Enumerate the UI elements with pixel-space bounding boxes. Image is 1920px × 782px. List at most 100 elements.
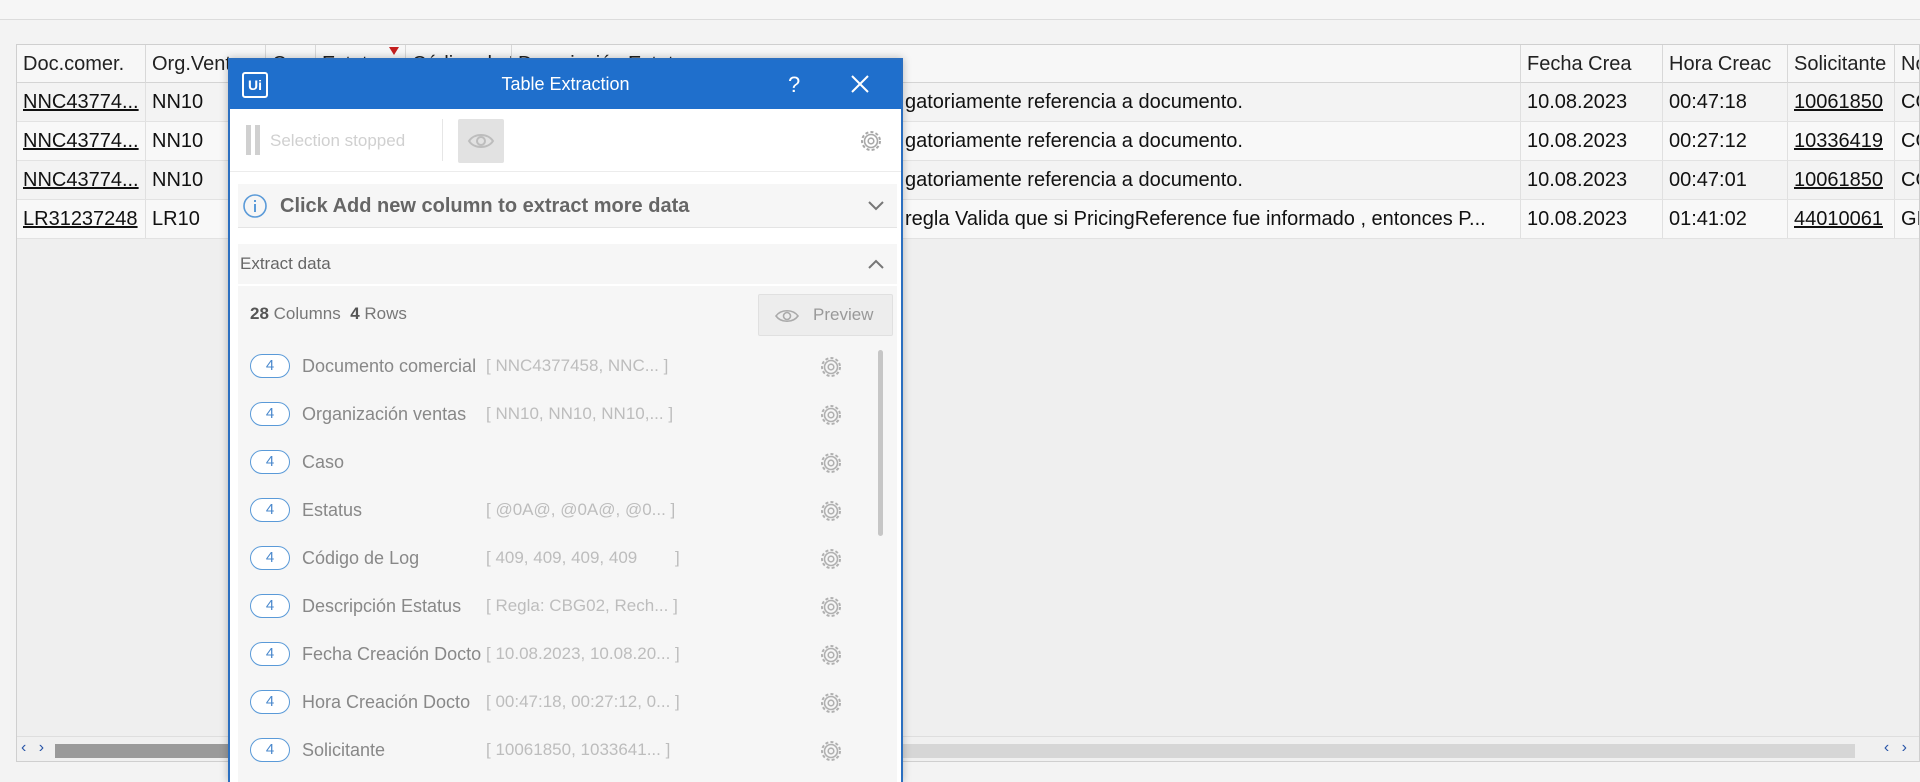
col-header-solicitante[interactable]: Solicitante (1788, 45, 1895, 83)
cell-fecha: 10.08.2023 (1521, 83, 1663, 121)
column-count-badge: 4 (250, 354, 290, 378)
list-item[interactable]: 4 Documento comercial [ NNC4377458, NNC.… (238, 342, 858, 390)
column-count-badge: 4 (250, 498, 290, 522)
selection-status: Selection stopped (270, 131, 406, 150)
column-values: [ 00:47:18, 00:27:12, 0... ] (486, 692, 680, 711)
dialog-title-bar[interactable]: Ui Table Extraction ? (230, 60, 901, 109)
cell-descripcion: gatoriamente referencia a documento. (899, 83, 1521, 121)
col-header-hora[interactable]: Hora Creac (1663, 45, 1788, 83)
column-name: Estatus (302, 500, 363, 520)
scroll-thumb[interactable] (878, 350, 883, 536)
chevron-up-icon[interactable] (866, 254, 886, 274)
preview-label: Preview (813, 305, 874, 324)
columns-count: 28 (250, 304, 269, 323)
cell-fecha: 10.08.2023 (1521, 161, 1663, 199)
col-header-fecha[interactable]: Fecha Crea (1521, 45, 1663, 83)
gear-icon[interactable] (818, 498, 844, 524)
extracted-columns-list[interactable]: 4 Documento comercial [ NNC4377458, NNC.… (238, 342, 897, 782)
gear-icon[interactable] (818, 594, 844, 620)
gear-icon[interactable] (818, 738, 844, 764)
list-item[interactable]: 4 Descripción Estatus [ Regla: CBG02, Re… (238, 582, 858, 630)
gear-icon[interactable] (818, 450, 844, 476)
column-count-badge: 4 (250, 402, 290, 426)
list-item[interactable]: 4 Solicitante [ 10061850, 1033641... ] (238, 726, 858, 774)
cell-hora: 00:47:01 (1663, 161, 1788, 199)
gear-icon[interactable] (818, 546, 844, 572)
cell-extra: CO (1895, 83, 1919, 121)
rows-label: Rows (364, 304, 407, 323)
column-name: Solicitante (302, 740, 386, 760)
cell-extra: GI (1895, 200, 1919, 238)
cell-solicitante-link[interactable]: 10061850 (1788, 83, 1895, 121)
column-name: Caso (302, 452, 345, 472)
cell-doc-link[interactable]: NNC43774... (17, 83, 146, 121)
extract-counts: 28 Columns 4 Rows (250, 286, 407, 342)
preview-button[interactable]: Preview (758, 294, 893, 336)
extract-data-section-header[interactable]: Extract data (238, 244, 897, 284)
column-name: Descripción Estatus (302, 596, 462, 616)
column-name: Organización ventas (302, 404, 467, 424)
scroll-thumb[interactable] (55, 744, 245, 758)
column-values: [ 10.08.2023, 10.08.20... ] (486, 644, 680, 663)
column-name: Documento comercial (302, 356, 477, 376)
cell-descripcion: regla Valida que si PricingReference fue… (899, 200, 1521, 238)
cell-doc-link[interactable]: NNC43774... (17, 122, 146, 160)
column-count-badge: 4 (250, 642, 290, 666)
gear-icon[interactable] (818, 690, 844, 716)
eye-icon (775, 309, 799, 323)
dialog-title: Table Extraction (501, 74, 630, 94)
column-count-badge: 4 (250, 690, 290, 714)
chevron-down-icon[interactable] (866, 196, 886, 216)
table-extraction-dialog: Ui Table Extraction ? Selection stopped (228, 58, 903, 782)
list-item[interactable]: 4 Estatus [ @0A@, @0A@, @0... ] (238, 486, 858, 534)
col-header-doc-comer[interactable]: Doc.comer. (17, 45, 146, 83)
list-item[interactable]: 4 Fecha Creación Docto [ 10.08.2023, 10.… (238, 630, 858, 678)
info-banner[interactable]: Click Add new column to extract more dat… (238, 184, 897, 228)
list-item[interactable]: 4 Hora Creación Docto [ 00:47:18, 00:27:… (238, 678, 858, 726)
column-count-badge: 4 (250, 546, 290, 570)
settings-gear-icon[interactable] (858, 128, 884, 154)
column-name: Fecha Creación Docto (302, 644, 482, 664)
cell-fecha: 10.08.2023 (1521, 200, 1663, 238)
info-message: Click Add new column to extract more dat… (280, 195, 690, 217)
column-values: [ 10061850, 1033641... ] (486, 740, 671, 759)
gear-icon[interactable] (818, 642, 844, 668)
cell-extra: CO (1895, 122, 1919, 160)
gear-icon[interactable] (818, 354, 844, 380)
scroll-right-arrows[interactable]: ‹ › (1884, 739, 1911, 757)
list-item[interactable]: 4 Organización ventas [ NN10, NN10, NN10… (238, 390, 858, 438)
highlight-toggle-button[interactable] (458, 119, 504, 163)
col-header-extra[interactable]: No (1895, 45, 1919, 83)
list-item[interactable]: 4 Caso (238, 438, 858, 486)
scroll-left-right-arrows[interactable]: ‹ › (21, 739, 48, 757)
cell-hora: 00:47:18 (1663, 83, 1788, 121)
vertical-scrollbar[interactable] (876, 342, 886, 782)
cell-solicitante-link[interactable]: 44010061 (1788, 200, 1895, 238)
column-values: [ NNC4377458, NNC... ] (486, 356, 669, 375)
info-icon (243, 194, 267, 218)
top-toolbar-strip (0, 0, 1920, 20)
column-count-badge: 4 (250, 450, 290, 474)
column-values: [ @0A@, @0A@, @0... ] (486, 500, 676, 519)
cell-doc-link[interactable]: LR31237248 (17, 200, 146, 238)
column-name: Código de Log (302, 548, 420, 568)
list-item[interactable]: 4 Código de Log [ 409, 409, 409, 409 ] (238, 534, 858, 582)
rows-count: 4 (350, 304, 360, 323)
toolbar-divider (442, 119, 443, 161)
pause-icon[interactable] (246, 125, 262, 155)
cell-descripcion: gatoriamente referencia a documento. (899, 161, 1521, 199)
cell-solicitante-link[interactable]: 10336419 (1788, 122, 1895, 160)
cell-extra: CO (1895, 161, 1919, 199)
sort-marker-icon (389, 47, 399, 55)
cell-doc-link[interactable]: NNC43774... (17, 161, 146, 199)
help-button[interactable]: ? (788, 60, 800, 109)
cell-hora: 01:41:02 (1663, 200, 1788, 238)
column-values: [ Regla: CBG02, Rech... ] (486, 596, 678, 615)
extract-data-title: Extract data (240, 254, 331, 273)
eye-icon (467, 134, 495, 148)
columns-label: Columns (273, 304, 341, 323)
cell-solicitante-link[interactable]: 10061850 (1788, 161, 1895, 199)
gear-icon[interactable] (818, 402, 844, 428)
column-values: [ 409, 409, 409, 409 ] (486, 548, 680, 567)
close-icon[interactable] (848, 72, 872, 96)
